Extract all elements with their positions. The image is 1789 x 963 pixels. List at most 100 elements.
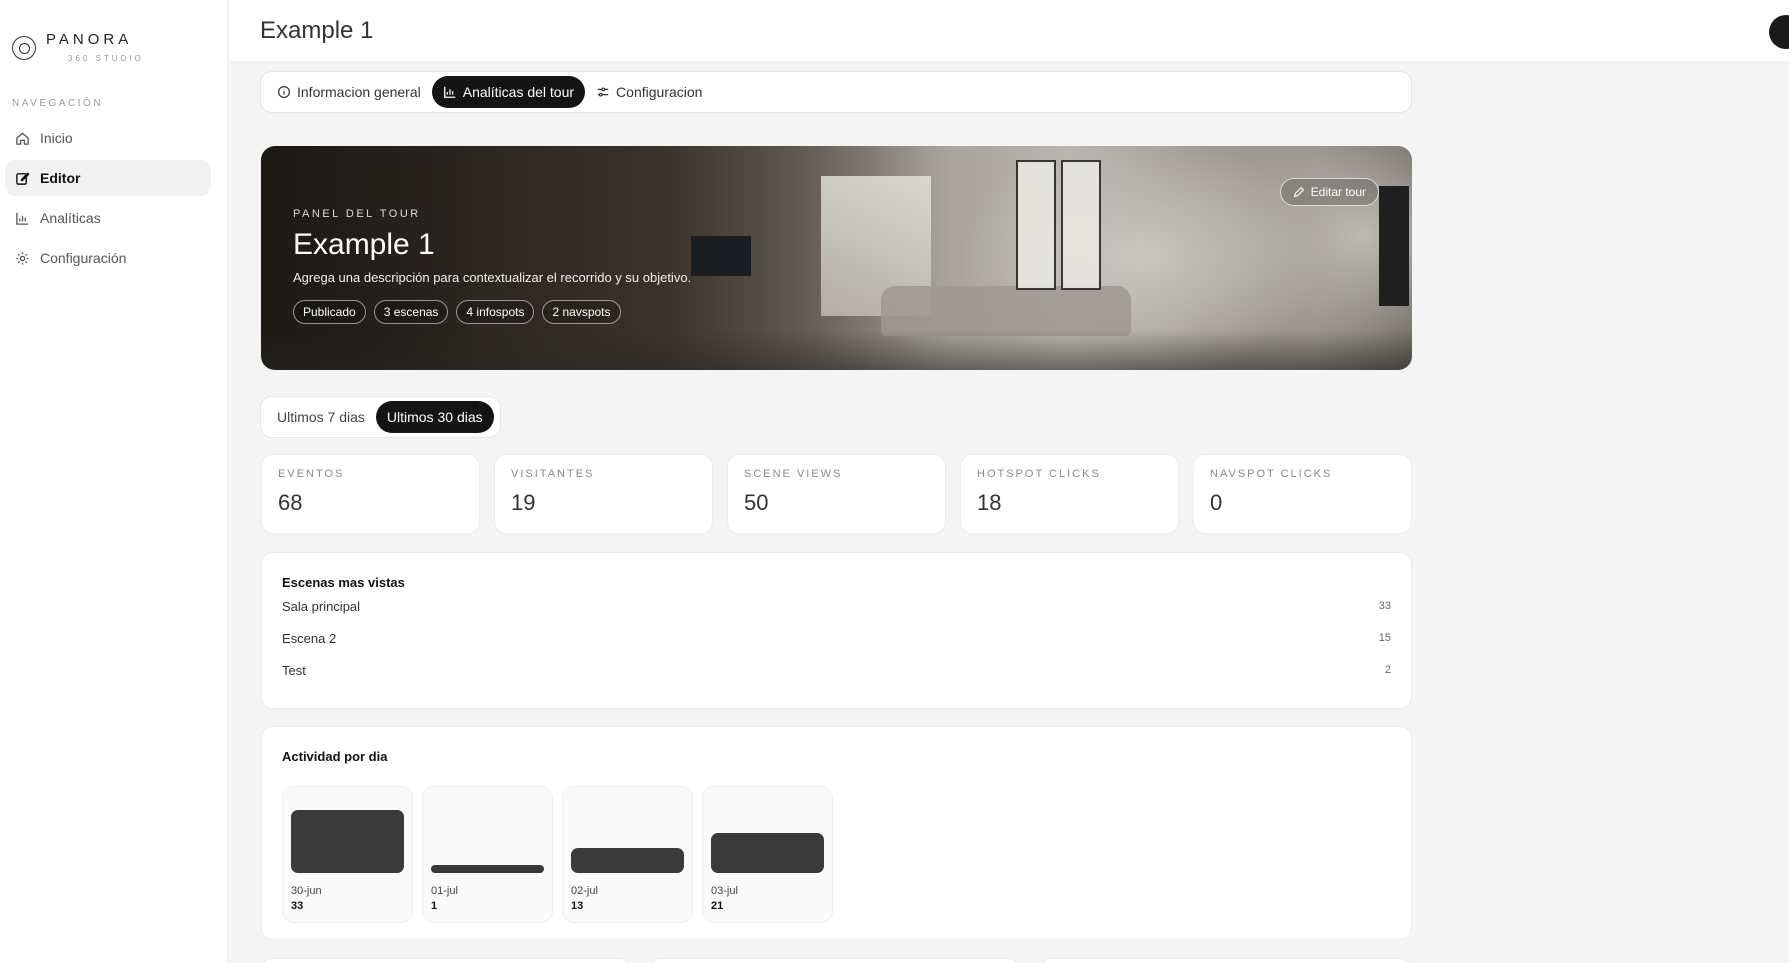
top-scenes-title: Escenas mas vistas	[282, 575, 405, 590]
infospots-badge: 4 infospots	[456, 300, 535, 324]
daily-activity-card: Actividad por dia 30-jun 33 01-jul 1 02-…	[261, 726, 1412, 940]
top-header: Example 1	[229, 0, 1789, 62]
stat-label: NAVSPOT CLICKS	[1210, 468, 1333, 480]
sidebar-item-label: Editor	[40, 170, 81, 186]
day-tile: 02-jul 13	[562, 786, 693, 923]
panorama-artwork-left	[1016, 160, 1056, 290]
tab-configuracion[interactable]: Configuracion	[585, 76, 713, 108]
tab-analiticas-del-tour[interactable]: Analíticas del tour	[431, 76, 586, 108]
sidebar-item-editor[interactable]: Editor	[5, 160, 211, 196]
tab-label: Analíticas del tour	[462, 84, 575, 100]
stat-label: EVENTOS	[278, 468, 345, 480]
stat-value: 18	[977, 490, 1002, 515]
sliders-icon	[597, 87, 609, 97]
sidebar: PANORA 360 STUDIO NAVEGACIÓN Inicio Edit…	[0, 0, 228, 963]
range-7-days[interactable]: Ultimos 7 dias	[266, 401, 376, 433]
bottom-card-1	[261, 958, 631, 963]
list-item: Test 2	[282, 654, 1391, 686]
sidebar-item-configuracion[interactable]: Configuración	[5, 240, 211, 276]
scene-count: 33	[1378, 600, 1391, 612]
stat-card-eventos: EVENTOS 68	[261, 454, 480, 534]
stat-card-visitantes: VISITANTES 19	[494, 454, 713, 534]
day-bar	[571, 848, 684, 873]
day-tile: 03-jul 21	[702, 786, 833, 923]
day-bar	[431, 865, 544, 873]
tab-label: Informacion general	[297, 84, 421, 100]
edit-icon	[16, 171, 30, 185]
day-tile: 30-jun 33	[282, 786, 413, 923]
sidebar-nav: Inicio Editor Analíticas Configuración	[5, 120, 211, 280]
day-value: 13	[571, 900, 584, 912]
sidebar-item-inicio[interactable]: Inicio	[5, 120, 211, 156]
nav-heading: NAVEGACIÓN	[12, 98, 103, 109]
stat-label: HOTSPOT CLICKS	[977, 468, 1101, 480]
panorama-artwork-right	[1061, 160, 1101, 290]
status-badge: Publicado	[293, 300, 366, 324]
panorama-chalkboard	[1379, 186, 1409, 306]
day-date: 30-jun	[291, 885, 322, 897]
pencil-icon	[1293, 186, 1304, 198]
top-scenes-card: Escenas mas vistas Sala principal 33 Esc…	[261, 552, 1412, 709]
daily-activity-chart: 30-jun 33 01-jul 1 02-jul 13 03-jul 21	[282, 786, 1391, 923]
stat-label: SCENE VIEWS	[744, 468, 843, 480]
range-30-days[interactable]: Ultimos 30 dias	[375, 401, 494, 433]
sidebar-item-analiticas[interactable]: Analíticas	[5, 200, 211, 236]
list-item: Sala principal 33	[282, 590, 1391, 622]
bar-chart-icon	[443, 86, 455, 98]
scene-count: 2	[1384, 664, 1391, 676]
scenes-badge: 3 escenas	[373, 300, 449, 324]
tab-label: Configuracion	[616, 84, 703, 100]
tour-hero-panorama: PANEL DEL TOUR Example 1 Agrega una desc…	[261, 146, 1412, 370]
bottom-card-2	[649, 958, 1019, 963]
date-range-toggle: Ultimos 7 dias Ultimos 30 dias	[260, 396, 501, 438]
tab-informacion-general[interactable]: Informacion general	[266, 76, 432, 108]
stats-row: EVENTOS 68 VISITANTES 19 SCENE VIEWS 50 …	[261, 454, 1412, 534]
panorama-tv	[691, 236, 751, 276]
info-icon	[277, 85, 291, 99]
tour-tabs: Informacion general Analíticas del tour …	[260, 71, 1412, 113]
day-date: 01-jul	[431, 885, 458, 897]
edit-tour-label: Editar tour	[1310, 185, 1366, 199]
day-date: 03-jul	[711, 885, 738, 897]
brand-logo[interactable]: PANORA 360 STUDIO	[12, 28, 144, 63]
brand-subtitle: 360 STUDIO	[68, 54, 144, 63]
list-item: Escena 2 15	[282, 622, 1391, 654]
stat-card-navspot-clicks: NAVSPOT CLICKS 0	[1193, 454, 1412, 534]
home-icon	[16, 131, 29, 145]
stat-label: VISITANTES	[511, 468, 595, 480]
activity-title: Actividad por dia	[282, 749, 388, 764]
day-value: 21	[711, 900, 724, 912]
hero-content: PANEL DEL TOUR Example 1 Agrega una desc…	[293, 208, 691, 324]
scene-name: Escena 2	[282, 630, 337, 646]
hero-chips: Publicado 3 escenas 4 infospots 2 navspo…	[293, 300, 691, 324]
sidebar-item-label: Analíticas	[40, 210, 101, 226]
hero-title: Example 1	[293, 228, 435, 261]
stat-value: 19	[511, 490, 536, 515]
day-bar	[711, 833, 824, 873]
sidebar-item-label: Configuración	[40, 250, 127, 266]
day-value: 1	[431, 900, 438, 912]
bar-chart-icon	[16, 212, 29, 225]
sidebar-item-label: Inicio	[40, 130, 73, 146]
stat-value: 50	[744, 490, 769, 515]
hero-kicker: PANEL DEL TOUR	[293, 208, 421, 220]
day-date: 02-jul	[571, 885, 598, 897]
panorama-sofa	[881, 286, 1131, 336]
navspots-badge: 2 navspots	[542, 300, 621, 324]
day-value: 33	[291, 900, 304, 912]
page-title: Example 1	[260, 17, 374, 44]
stat-card-scene-views: SCENE VIEWS 50	[727, 454, 946, 534]
scene-count: 15	[1378, 632, 1391, 644]
stat-card-hotspot-clicks: HOTSPOT CLICKS 18	[960, 454, 1179, 534]
scene-name: Sala principal	[282, 598, 361, 614]
stat-value: 68	[278, 490, 303, 515]
panorama-floor-shade	[261, 330, 1412, 370]
logo-icon	[12, 36, 36, 60]
avatar[interactable]	[1769, 15, 1789, 49]
day-bar	[291, 810, 404, 873]
day-tile: 01-jul 1	[422, 786, 553, 923]
brand-name: PANORA	[46, 31, 133, 48]
bottom-card-3	[1039, 958, 1412, 963]
hero-description: Agrega una descripción para contextualiz…	[293, 270, 692, 285]
edit-tour-button[interactable]: Editar tour	[1279, 178, 1379, 206]
